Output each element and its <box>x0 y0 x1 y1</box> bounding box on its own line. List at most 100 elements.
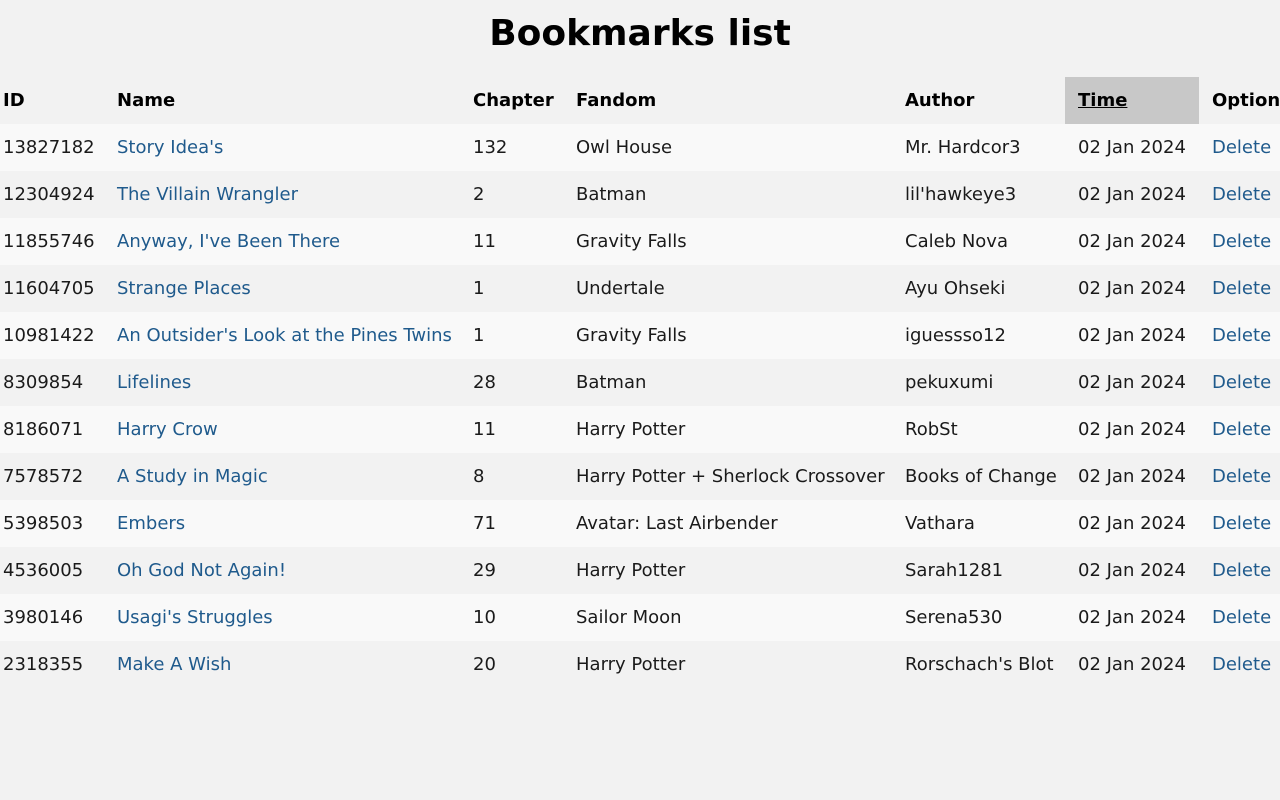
delete-link[interactable]: Delete <box>1212 654 1271 675</box>
table-row: 3980146 Usagi's Struggles 10 Sailor Moon Ser… <box>0 594 1280 641</box>
delete-link[interactable]: Delete <box>1212 137 1271 158</box>
story-name-link[interactable]: A Study in Magic <box>117 466 268 487</box>
cell-option: Delete <box>1199 641 1280 688</box>
cell-option: Delete <box>1199 124 1280 171</box>
cell-chapter: 10 <box>470 594 573 641</box>
bookmark-id: 13827182 <box>3 137 95 158</box>
table-row: 10981422 An Outsider's Look at the Pines … <box>0 312 1280 359</box>
story-name-link[interactable]: Harry Crow <box>117 419 218 440</box>
delete-link[interactable]: Delete <box>1212 278 1271 299</box>
author-name: Caleb Nova <box>905 231 1008 252</box>
bookmark-time: 02 Jan 2024 <box>1078 419 1186 440</box>
cell-time: 02 Jan 2024 <box>1065 641 1199 688</box>
table-row: 8186071 Harry Crow 11 Harry Potter RobSt 02 J… <box>0 406 1280 453</box>
story-name-link[interactable]: An Outsider's Look at the Pines Twins <box>117 325 452 346</box>
cell-time: 02 Jan 2024 <box>1065 500 1199 547</box>
bookmark-id: 12304924 <box>3 184 95 205</box>
cell-chapter: 132 <box>470 124 573 171</box>
author-name: Books of Change <box>905 466 1057 487</box>
cell-option: Delete <box>1199 312 1280 359</box>
delete-link[interactable]: Delete <box>1212 419 1271 440</box>
fandom-name: Gravity Falls <box>576 325 687 346</box>
bookmark-time: 02 Jan 2024 <box>1078 184 1186 205</box>
chapter-number: 29 <box>473 560 496 581</box>
table-row: 7578572 A Study in Magic 8 Harry Potter + S… <box>0 453 1280 500</box>
delete-link[interactable]: Delete <box>1212 560 1271 581</box>
cell-author: Caleb Nova <box>902 218 1065 265</box>
column-header-name: Name <box>117 90 176 111</box>
cell-chapter: 1 <box>470 312 573 359</box>
cell-time: 02 Jan 2024 <box>1065 453 1199 500</box>
cell-fandom: Undertale <box>573 265 902 312</box>
author-name: Vathara <box>905 513 975 534</box>
cell-fandom: Gravity Falls <box>573 312 902 359</box>
fandom-name: Harry Potter <box>576 419 686 440</box>
table-row: 13827182 Story Idea's 132 Owl House Mr. Hard… <box>0 124 1280 171</box>
fandom-name: Harry Potter <box>576 654 686 675</box>
cell-fandom: Owl House <box>573 124 902 171</box>
delete-link[interactable]: Delete <box>1212 513 1271 534</box>
table-row: 11855746 Anyway, I've Been There 11 Gravity… <box>0 218 1280 265</box>
bookmark-id: 8309854 <box>3 372 84 393</box>
cell-option: Delete <box>1199 453 1280 500</box>
story-name-link[interactable]: Oh God Not Again! <box>117 560 286 581</box>
story-name-link[interactable]: The Villain Wrangler <box>117 184 298 205</box>
bookmark-time: 02 Jan 2024 <box>1078 325 1186 346</box>
cell-option: Delete <box>1199 547 1280 594</box>
cell-fandom: Harry Potter <box>573 406 902 453</box>
author-name: Ayu Ohseki <box>905 278 1006 299</box>
bookmark-time: 02 Jan 2024 <box>1078 372 1186 393</box>
bookmark-time: 02 Jan 2024 <box>1078 513 1186 534</box>
cell-time: 02 Jan 2024 <box>1065 265 1199 312</box>
cell-chapter: 20 <box>470 641 573 688</box>
bookmark-time: 02 Jan 2024 <box>1078 654 1186 675</box>
delete-link[interactable]: Delete <box>1212 466 1271 487</box>
cell-fandom: Avatar: Last Airbender <box>573 500 902 547</box>
sort-time-link[interactable]: Time <box>1078 90 1127 111</box>
delete-link[interactable]: Delete <box>1212 372 1271 393</box>
author-name: Rorschach's Blot <box>905 654 1054 675</box>
chapter-number: 10 <box>473 607 496 628</box>
cell-id: 8186071 <box>0 406 114 453</box>
story-name-link[interactable]: Lifelines <box>117 372 191 393</box>
bookmark-id: 5398503 <box>3 513 84 534</box>
delete-link[interactable]: Delete <box>1212 607 1271 628</box>
cell-name: An Outsider's Look at the Pines Twins <box>114 312 470 359</box>
chapter-number: 1 <box>473 278 485 299</box>
column-header-time[interactable]: Time <box>1065 77 1199 124</box>
story-name-link[interactable]: Embers <box>117 513 185 534</box>
story-name-link[interactable]: Strange Places <box>117 278 251 299</box>
story-name-link[interactable]: Usagi's Struggles <box>117 607 273 628</box>
cell-id: 8309854 <box>0 359 114 406</box>
bookmark-id: 4536005 <box>3 560 84 581</box>
cell-author: Serena530 <box>902 594 1065 641</box>
cell-name: Story Idea's <box>114 124 470 171</box>
cell-option: Delete <box>1199 171 1280 218</box>
story-name-link[interactable]: Make A Wish <box>117 654 231 675</box>
fandom-name: Harry Potter + Sherlock Crossover <box>576 466 885 487</box>
cell-id: 10981422 <box>0 312 114 359</box>
delete-link[interactable]: Delete <box>1212 231 1271 252</box>
chapter-number: 11 <box>473 231 496 252</box>
cell-name: Make A Wish <box>114 641 470 688</box>
cell-time: 02 Jan 2024 <box>1065 124 1199 171</box>
story-name-link[interactable]: Anyway, I've Been There <box>117 231 340 252</box>
cell-id: 12304924 <box>0 171 114 218</box>
author-name: lil'hawkeye3 <box>905 184 1017 205</box>
fandom-name: Owl House <box>576 137 673 158</box>
cell-time: 02 Jan 2024 <box>1065 218 1199 265</box>
delete-link[interactable]: Delete <box>1212 325 1271 346</box>
cell-id: 5398503 <box>0 500 114 547</box>
author-name: Sarah1281 <box>905 560 1004 581</box>
story-name-link[interactable]: Story Idea's <box>117 137 223 158</box>
cell-id: 11604705 <box>0 265 114 312</box>
author-name: Serena530 <box>905 607 1003 628</box>
cell-chapter: 8 <box>470 453 573 500</box>
table-header-row: ID Name Chapter Fandom Author Time Optio… <box>0 77 1280 124</box>
cell-option: Delete <box>1199 218 1280 265</box>
delete-link[interactable]: Delete <box>1212 184 1271 205</box>
cell-id: 4536005 <box>0 547 114 594</box>
cell-author: Sarah1281 <box>902 547 1065 594</box>
table-row: 5398503 Embers 71 Avatar: Last Airbender Vat… <box>0 500 1280 547</box>
cell-option: Delete <box>1199 359 1280 406</box>
